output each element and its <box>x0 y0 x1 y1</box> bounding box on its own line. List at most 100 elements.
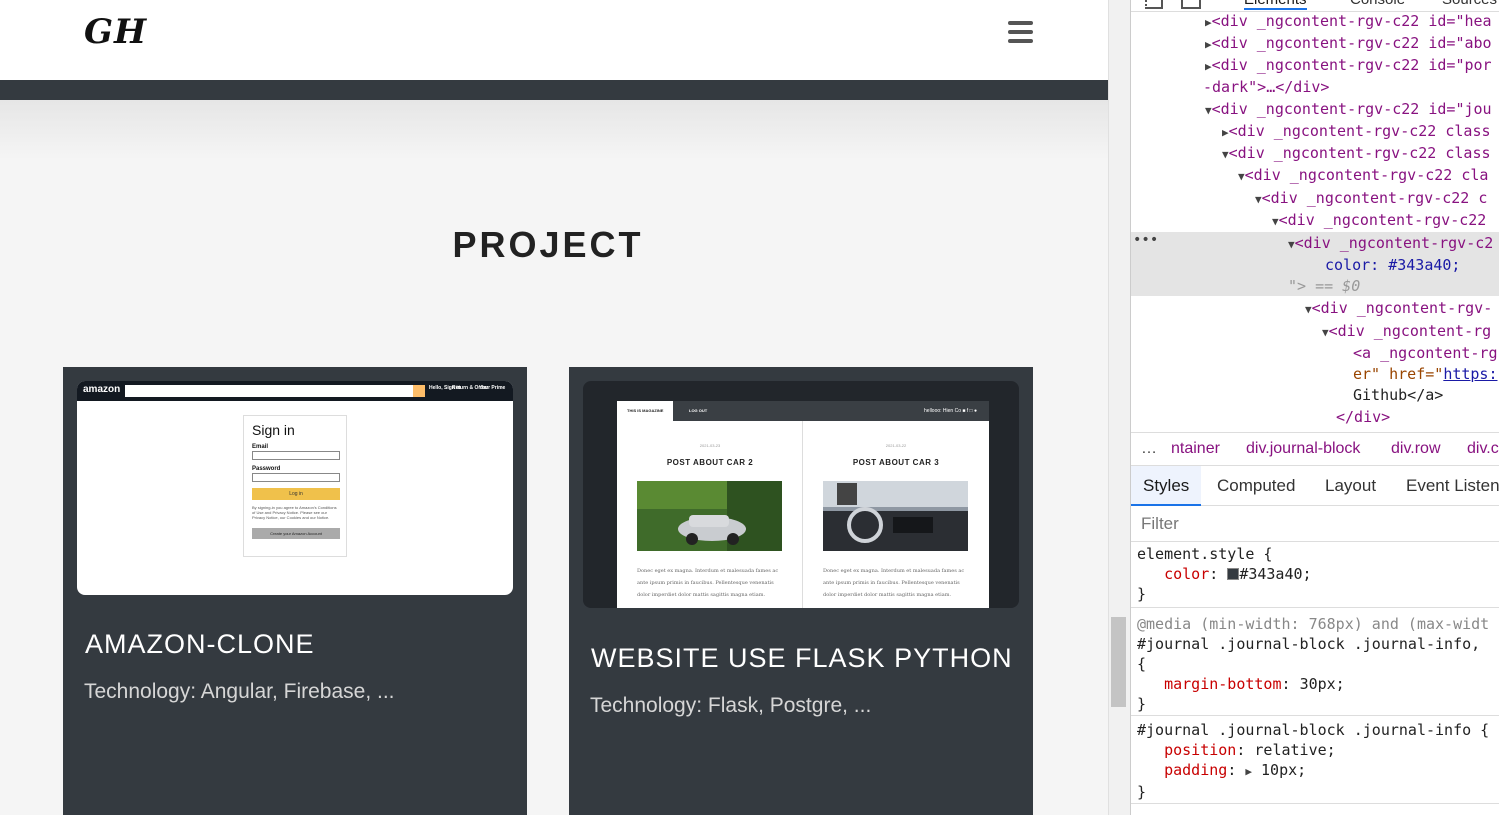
dom-node-text: <div _ngcontent-rgv-c22 id="por <box>1211 56 1492 74</box>
dom-node-link[interactable]: https: <box>1443 365 1497 383</box>
css-property[interactable]: padding <box>1164 761 1227 779</box>
dom-node-text: -dark">…</div> <box>1203 78 1330 96</box>
dom-node-text: <div _ngcontent-rgv- <box>1311 299 1493 317</box>
css-value[interactable]: 10px; <box>1261 761 1306 779</box>
project-card-amazon[interactable]: amazon Hello, Sign in Return & Order You… <box>63 367 527 815</box>
tab-layout[interactable]: Layout <box>1325 466 1376 506</box>
dom-node[interactable]: ▶<div _ngcontent-rgv-c22 id="hea <box>1205 10 1492 32</box>
color-swatch-icon[interactable] <box>1227 568 1240 580</box>
dom-node[interactable]: ▶<div _ngcontent-rgv-c22 class <box>1222 120 1491 142</box>
amazon-signin-heading: Sign in <box>252 422 295 438</box>
device-toolbar-icon[interactable] <box>1181 0 1201 9</box>
dom-node-text: <div _ngcontent-rgv-c2 <box>1294 234 1494 252</box>
css-value[interactable]: #343a40; <box>1239 565 1311 583</box>
dom-node[interactable]: ▼<div _ngcontent-rgv-c22 class <box>1222 142 1491 164</box>
css-property[interactable]: position <box>1164 741 1236 759</box>
css-rule-journal-info[interactable]: #journal .journal-block .journal-info { … <box>1131 720 1499 804</box>
dom-node[interactable]: ▼<div _ngcontent-rgv-c22 c <box>1255 187 1487 209</box>
blog-post: 2021-03-22 POST ABOUT CAR 3 Donec eget e… <box>803 421 989 608</box>
blog-greeting: hellooo: Hien Co ■ f □ ● <box>924 408 977 414</box>
breadcrumb-item[interactable]: div.c <box>1467 433 1499 465</box>
styles-tabbar: Styles Computed Layout Event Listen <box>1131 466 1499 506</box>
header-divider <box>0 80 1108 100</box>
tab-elements[interactable]: Elements <box>1244 0 1307 10</box>
dom-node-ref: "> == $0 <box>1288 275 1360 297</box>
css-selector: #journal .journal-block .journal-info { <box>1137 721 1490 739</box>
dom-node-text: <a _ngcontent-rg <box>1353 344 1498 362</box>
dom-node-text: <div _ngcontent-rgv-c22 cla <box>1244 166 1489 184</box>
blog-preview: THIS IS MAGAZINE LOG OUT hellooo: Hien C… <box>617 401 989 608</box>
tab-computed[interactable]: Computed <box>1217 466 1295 506</box>
breadcrumb-item[interactable]: div.journal-block <box>1246 433 1360 465</box>
project-title[interactable]: WEBSITE USE FLASK PYTHON <box>591 643 1013 674</box>
tab-styles[interactable]: Styles <box>1131 466 1202 506</box>
dom-node-text: Github</a> <box>1353 386 1444 404</box>
expand-triangle-icon[interactable]: ▶ <box>1245 765 1252 778</box>
css-media-query: @media (min-width: 768px) and (max-widt <box>1137 615 1490 633</box>
tab-event-listeners[interactable]: Event Listen <box>1406 466 1499 506</box>
post-photo-car <box>637 481 782 551</box>
css-property[interactable]: margin-bottom <box>1164 675 1281 693</box>
project-title[interactable]: AMAZON-CLONE <box>85 629 315 660</box>
css-value[interactable]: relative; <box>1254 741 1335 759</box>
amazon-fine-print: By signing-in you agree to Amazon's Cond… <box>252 505 337 520</box>
dom-node-style: color: #343a40; <box>1325 254 1460 276</box>
post-date: 2021-03-22 <box>885 443 907 448</box>
blog-tab-logout: LOG OUT <box>689 408 708 413</box>
css-property[interactable]: color <box>1164 565 1209 583</box>
dom-node[interactable]: ▶<div _ngcontent-rgv-c22 id="abo <box>1205 32 1492 54</box>
tab-console[interactable]: Console <box>1350 0 1405 8</box>
dom-node-text: <div _ngcontent-rg <box>1328 322 1492 340</box>
post-photo-interior <box>823 481 968 551</box>
dom-node-text: </div> <box>1336 408 1391 426</box>
post-title: POST ABOUT CAR 2 <box>666 458 754 467</box>
post-title: POST ABOUT CAR 3 <box>852 458 940 467</box>
css-value[interactable]: 30px; <box>1300 675 1345 693</box>
project-card-flask[interactable]: THIS IS MAGAZINE LOG OUT hellooo: Hien C… <box>569 367 1033 815</box>
dom-node-continuation: er" href="https: <box>1353 363 1498 385</box>
breadcrumb: … ntainer div.journal-block div.row div.… <box>1131 432 1499 466</box>
dom-node-text: <div _ngcontent-rgv-c22 id="jou <box>1211 100 1492 118</box>
blog-navbar: THIS IS MAGAZINE LOG OUT hellooo: Hien C… <box>617 401 989 421</box>
amazon-search-input <box>125 385 413 397</box>
dom-node[interactable]: ▼<div _ngcontent-rg <box>1322 320 1491 342</box>
styles-filter-input[interactable]: Filter <box>1131 506 1499 542</box>
post-excerpt: Donec eget ex magna. Interdum et malesua… <box>823 568 965 598</box>
site-logo[interactable]: GH <box>84 12 147 52</box>
dom-node[interactable]: ▼<div _ngcontent-rgv-c22 id="jou <box>1205 98 1492 120</box>
select-element-icon[interactable] <box>1145 0 1163 9</box>
section-title: PROJECT <box>452 224 644 265</box>
project-thumbnail[interactable]: THIS IS MAGAZINE LOG OUT hellooo: Hien C… <box>583 381 1019 608</box>
dom-node-text: <div _ngcontent-rgv-c22 class <box>1228 122 1491 140</box>
breadcrumb-item[interactable]: div.row <box>1391 433 1441 465</box>
page-viewport: GH PROJECT amazon Hello, Sign in Return … <box>0 0 1108 815</box>
blog-tab-magazine: THIS IS MAGAZINE <box>617 401 674 421</box>
project-thumbnail[interactable]: amazon Hello, Sign in Return & Order You… <box>77 381 513 595</box>
css-rule-media[interactable]: @media (min-width: 768px) and (max-widt … <box>1131 614 1499 716</box>
blog-greeting-text: hellooo: Hien Co <box>924 408 961 414</box>
tab-sources[interactable]: Sources <box>1442 0 1497 8</box>
breadcrumb-more[interactable]: … <box>1141 433 1157 465</box>
amazon-logo: amazon <box>83 384 121 395</box>
dom-node-text: <div _ngcontent-rgv-c22 id="hea <box>1211 12 1492 30</box>
amazon-nav-prime: Your Prime <box>479 385 506 391</box>
dom-node[interactable]: ▼<div _ngcontent-rgv-c22 cla <box>1238 164 1488 186</box>
dom-node[interactable]: <a _ngcontent-rg <box>1353 342 1498 364</box>
css-selector: #journal .journal-block .journal-info, <box>1137 635 1481 653</box>
dom-node-text: <div _ngcontent-rgv-c22 c <box>1261 189 1488 207</box>
post-date: 2021-03-23 <box>699 443 721 448</box>
project-description: Technology: Angular, Firebase, ... <box>84 680 395 703</box>
css-rule-element-style[interactable]: element.style { color: #343a40; } <box>1131 544 1499 608</box>
breadcrumb-item[interactable]: ntainer <box>1171 433 1220 465</box>
dom-node-close: </div> <box>1336 406 1390 428</box>
amazon-password-field <box>252 473 340 482</box>
scrollbar-thumb[interactable] <box>1111 617 1126 707</box>
search-icon <box>413 385 425 397</box>
menu-icon[interactable] <box>1008 21 1033 43</box>
dom-node[interactable]: ▶<div _ngcontent-rgv-c22 id="por <box>1205 54 1492 76</box>
dom-node[interactable]: ▼<div _ngcontent-rgv-c22 <box>1272 209 1486 231</box>
amazon-email-field <box>252 451 340 460</box>
dom-node[interactable]: ▼<div _ngcontent-rgv- <box>1305 297 1492 319</box>
project-description: Technology: Flask, Postgre, ... <box>590 694 872 717</box>
dom-node-selected[interactable]: ▼<div _ngcontent-rgv-c2 <box>1288 232 1493 254</box>
